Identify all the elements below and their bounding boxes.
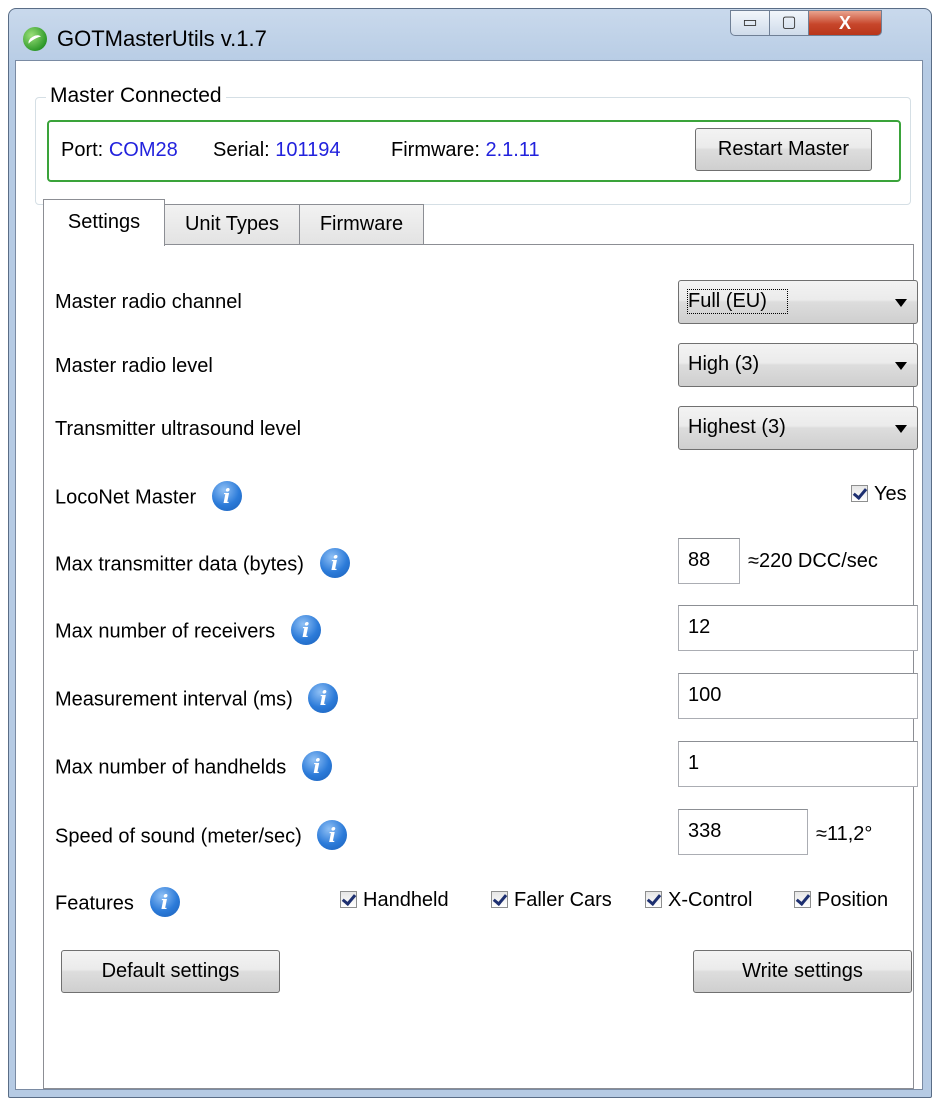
- dropdown-arrow-icon: [895, 425, 907, 433]
- client-area: Master Connected Port: COM28 Serial: 101…: [15, 60, 923, 1090]
- connection-group: Master Connected Port: COM28 Serial: 101…: [35, 84, 911, 205]
- window-title: GOTMasterUtils v.1.7: [57, 26, 267, 51]
- loconet-master-row: LocoNet Master: [55, 481, 242, 513]
- max-receivers-input[interactable]: 12: [678, 605, 918, 651]
- firmware-info: Firmware: 2.1.11: [391, 139, 540, 162]
- loconet-master-label: LocoNet Master: [55, 486, 197, 509]
- tab-settings[interactable]: Settings: [43, 199, 165, 246]
- max-handhelds-input[interactable]: 1: [678, 741, 918, 787]
- radio-channel-label: Master radio channel: [55, 291, 242, 313]
- info-icon[interactable]: [211, 481, 242, 511]
- speed-of-sound-row: Speed of sound (meter/sec): [55, 820, 348, 852]
- feature-label: Handheld: [363, 889, 449, 911]
- measurement-interval-input[interactable]: 100: [678, 673, 918, 719]
- restart-master-button[interactable]: Restart Master: [695, 128, 872, 171]
- speed-of-sound-note: ≈11,2°: [816, 823, 873, 845]
- close-button[interactable]: X: [808, 10, 882, 36]
- firmware-label: Firmware:: [391, 139, 480, 161]
- measurement-interval-row: Measurement interval (ms): [55, 683, 339, 715]
- feature-label: Faller Cars: [514, 889, 612, 911]
- connection-status-box: Port: COM28 Serial: 101194 Firmware: 2.1…: [47, 120, 901, 182]
- ultrasound-level-label: Transmitter ultrasound level: [55, 418, 302, 440]
- checkbox-check-icon[interactable]: [794, 891, 811, 908]
- max-receivers-label: Max number of receivers: [55, 620, 276, 643]
- ultrasound-level-select[interactable]: Highest (3): [678, 406, 918, 450]
- tab-unit-types[interactable]: Unit Types: [164, 204, 300, 244]
- dropdown-arrow-icon: [895, 362, 907, 370]
- checkbox-check-icon[interactable]: [851, 485, 868, 502]
- max-tx-data-input[interactable]: 88: [678, 538, 740, 584]
- ultrasound-level-value: Highest (3): [688, 416, 786, 438]
- port-info: Port: COM28: [61, 139, 178, 162]
- max-receivers-row: Max number of receivers: [55, 615, 321, 647]
- firmware-value: 2.1.11: [485, 139, 540, 161]
- connection-group-label: Master Connected: [46, 84, 226, 108]
- feature-faller-cars-checkbox[interactable]: Faller Cars: [491, 889, 612, 912]
- speed-of-sound-input[interactable]: 338: [678, 809, 808, 855]
- info-icon[interactable]: [319, 548, 350, 578]
- serial-info: Serial: 101194: [213, 139, 341, 162]
- default-settings-button[interactable]: Default settings: [61, 950, 280, 993]
- write-settings-button[interactable]: Write settings: [693, 950, 912, 993]
- speed-of-sound-label: Speed of sound (meter/sec): [55, 825, 302, 848]
- info-icon[interactable]: [149, 887, 180, 917]
- loconet-master-checkbox[interactable]: Yes: [851, 483, 907, 506]
- loconet-master-checkbox-label: Yes: [874, 483, 907, 505]
- checkbox-check-icon[interactable]: [645, 891, 662, 908]
- serial-value: 101194: [275, 139, 341, 161]
- checkbox-check-icon[interactable]: [491, 891, 508, 908]
- max-handhelds-label: Max number of handhelds: [55, 756, 287, 779]
- dropdown-arrow-icon: [895, 299, 907, 307]
- checkbox-check-icon[interactable]: [340, 891, 357, 908]
- feature-x-control-checkbox[interactable]: X-Control: [645, 889, 752, 912]
- minimize-button[interactable]: ▭: [730, 10, 770, 36]
- features-label: Features: [55, 892, 134, 915]
- serial-label: Serial:: [213, 139, 270, 161]
- measurement-interval-label: Measurement interval (ms): [55, 688, 293, 711]
- info-icon[interactable]: [308, 683, 339, 713]
- features-row: Features: [55, 887, 180, 919]
- radio-level-value: High (3): [688, 353, 760, 375]
- radio-channel-select[interactable]: Full (EU): [678, 280, 918, 324]
- max-tx-data-row: Max transmitter data (bytes): [55, 548, 350, 580]
- max-handhelds-row: Max number of handhelds: [55, 751, 332, 783]
- maximize-button[interactable]: ▢: [769, 10, 809, 36]
- info-icon[interactable]: [290, 615, 321, 645]
- main-window: GOTMasterUtils v.1.7 ▭ ▢ X Master Connec…: [8, 8, 932, 1098]
- settings-panel: Master radio channel Full (EU) Master ra…: [43, 244, 918, 1089]
- feature-position-checkbox[interactable]: Position: [794, 889, 888, 912]
- info-icon[interactable]: [317, 820, 348, 850]
- feature-handheld-checkbox[interactable]: Handheld: [340, 889, 449, 912]
- radio-channel-value: Full (EU): [687, 289, 788, 314]
- radio-level-label: Master radio level: [55, 355, 213, 377]
- max-tx-data-label: Max transmitter data (bytes): [55, 553, 304, 576]
- info-icon[interactable]: [301, 751, 332, 781]
- feature-label: X-Control: [668, 889, 753, 911]
- tab-firmware[interactable]: Firmware: [299, 204, 424, 244]
- max-tx-data-note: ≈220 DCC/sec: [748, 550, 878, 572]
- feature-label: Position: [817, 889, 889, 911]
- port-label: Port:: [61, 139, 104, 161]
- title-bar[interactable]: GOTMasterUtils v.1.7 ▭ ▢ X: [9, 9, 931, 53]
- radio-level-select[interactable]: High (3): [678, 343, 918, 387]
- app-logo-icon: [23, 27, 47, 51]
- port-value: COM28: [108, 139, 178, 161]
